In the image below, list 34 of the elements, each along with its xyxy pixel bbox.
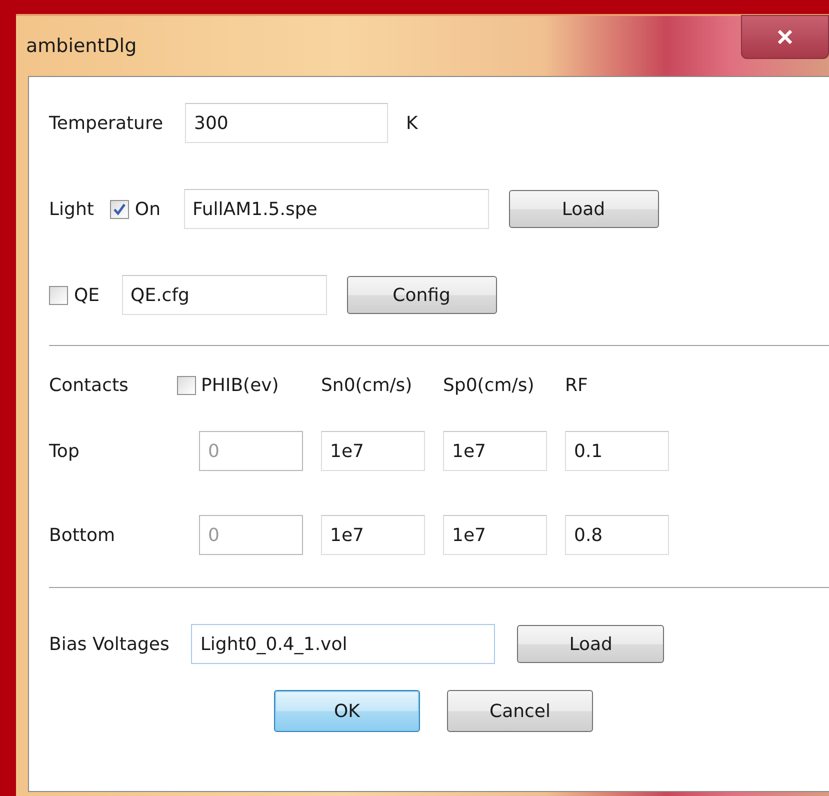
input-field[interactable]: 1e7 (321, 515, 425, 555)
input-field[interactable]: 1e7 (443, 515, 547, 555)
unit-label: K (406, 112, 418, 136)
column-header: PHIB(ev) (201, 374, 279, 398)
button[interactable]: Load (517, 625, 664, 663)
checkbox[interactable] (110, 200, 129, 218)
input-field[interactable]: FullAM1.5.spe (184, 189, 488, 229)
input-field[interactable]: 300 (185, 103, 388, 143)
column-header: Sp0(cm/s) (443, 374, 536, 398)
field-label: Contacts (49, 374, 130, 398)
input-field[interactable]: QE.cfg (122, 275, 327, 315)
checkbox[interactable] (177, 376, 196, 395)
column-header: Sn0(cm/s) (321, 374, 414, 398)
close-icon (777, 29, 793, 45)
input-field[interactable]: Light0_0.4_1.vol (191, 624, 496, 664)
row-label: Top (49, 440, 80, 464)
input-field[interactable]: 1e7 (443, 431, 547, 471)
column-header: RF (565, 374, 589, 398)
input-field[interactable]: 0.1 (565, 431, 669, 471)
input-field[interactable]: 1e7 (321, 431, 425, 471)
checkbox-label: QE (74, 284, 100, 308)
window-title: ambientDlg (26, 34, 137, 59)
button[interactable]: OK (274, 690, 420, 732)
checkbox-label: On (134, 198, 160, 222)
button[interactable]: Config (346, 276, 497, 314)
button[interactable]: Cancel (447, 690, 593, 732)
button[interactable]: Load (508, 190, 658, 228)
field-label: Light (49, 198, 94, 222)
close-button[interactable] (741, 15, 829, 59)
input-field[interactable]: 0.8 (565, 515, 669, 555)
field-label: Temperature (49, 112, 164, 136)
row-label: Bottom (49, 524, 116, 548)
field-label: Bias Voltages (49, 632, 170, 656)
checkbox[interactable] (49, 286, 68, 304)
